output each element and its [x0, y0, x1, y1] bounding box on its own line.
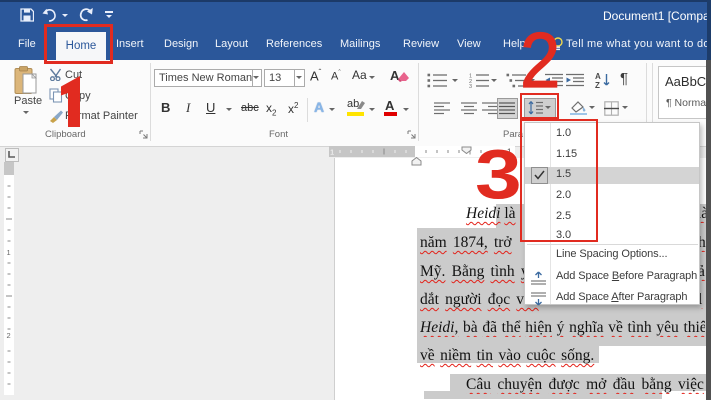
svg-text:1: 1: [330, 148, 334, 157]
svg-text:3: 3: [469, 84, 472, 88]
svg-text:1: 1: [7, 248, 11, 257]
svg-text:Z: Z: [595, 81, 600, 89]
svg-text:A: A: [595, 72, 601, 81]
svg-text:2: 2: [7, 331, 11, 340]
